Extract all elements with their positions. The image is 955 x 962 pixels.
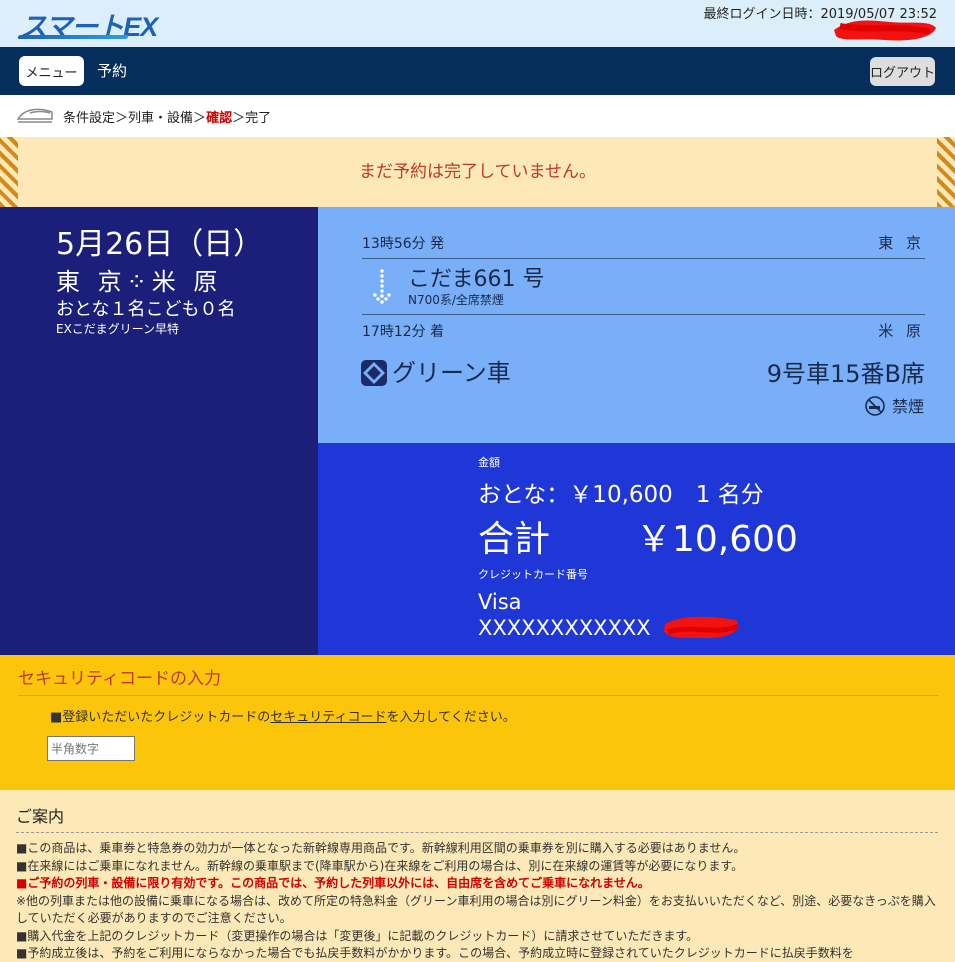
information-title: ご案内 (16, 807, 65, 826)
route: 東 京⁘米 原 (56, 268, 223, 296)
breadcrumb-step-confirm: 確認 (206, 111, 233, 126)
menu-button[interactable]: メニュー (19, 56, 84, 86)
redaction-mark (664, 616, 740, 638)
fare-details: 金額 おとな：￥10,600 1 名分 合計 ￥10,600 クレジットカード番… (318, 443, 955, 655)
information-section: ご案内 ■この商品は、乗車券と特急券の効力が一体となった新幹線専用商品です。新幹… (0, 790, 955, 962)
travel-date: 5月26日（日） (56, 227, 264, 262)
total-label: 合計 (478, 519, 551, 560)
passenger-count: おとな１名こども０名 (56, 299, 236, 320)
car-class: グリーン車 (392, 359, 511, 387)
info-line: ■在来線にはご乗車になれません。新幹線の乗車駅まで(降車駅から)在来線をご利用の… (16, 858, 744, 873)
info-line: ※他の列車または他の設備に乗車になる場合は、改めて所定の特急料金（グリーン車利用… (16, 893, 936, 926)
breadcrumb: 条件設定＞列車・設備＞確認＞完了 (0, 95, 955, 137)
green-car-icon (361, 360, 387, 386)
breadcrumb-step-train: 列車・設備 (128, 111, 194, 126)
info-line: ■この商品は、乗車券と特急券の効力が一体となった新幹線専用商品です。新幹線利用区… (16, 841, 746, 855)
instruction-text: ■登録いただいたクレジットカードの (50, 710, 271, 725)
breadcrumb-separator: ＞ (232, 111, 246, 126)
departure-station: 東 京 (878, 234, 925, 252)
incomplete-warning: まだ予約は完了していません。 (0, 137, 955, 207)
security-code-section: セキュリティコードの入力 ■登録いただいたクレジットカードのセキュリティコードを… (0, 655, 955, 790)
logout-button[interactable]: ログアウト (870, 57, 935, 86)
info-line: ■予約成立後は、予約をご利用にならなかった場合でも払戻手数料がかかります。この場… (16, 946, 854, 960)
dotted-arrow-down-icon (373, 269, 391, 304)
shinkansen-icon (16, 108, 53, 123)
train-name: こだま661 号 (408, 267, 545, 292)
fare-breakdown: おとな：￥10,600 1 名分 (478, 482, 764, 508)
smoking-status: 禁煙 (892, 397, 925, 416)
breadcrumb-separator: ＞ (115, 111, 129, 126)
security-code-input[interactable] (47, 736, 135, 761)
page-title: 予約 (97, 62, 128, 80)
info-line-warning: ■ご予約の列車・設備に限り有効です。この商品では、予約した列車以外には、自由席を… (16, 876, 650, 890)
train-details: 13時56分 発 東 京 こだま661 号 N700系/全席禁煙 17時12分 … (318, 207, 955, 443)
breadcrumb-step-complete: 完了 (245, 111, 272, 126)
information-body: ■この商品は、乗車券と特急券の効力が一体となった新幹線専用商品です。新幹線利用区… (16, 840, 936, 962)
fare-label: 金額 (478, 456, 500, 469)
departure-time: 13時56分 発 (362, 236, 445, 252)
card-brand: Visa (478, 590, 522, 614)
arrival-time: 17時12分 着 (362, 324, 445, 340)
train-type: N700系/全席禁煙 (408, 293, 504, 307)
logo-swoosh (17, 35, 129, 39)
divider (362, 314, 925, 315)
breadcrumb-separator: ＞ (193, 111, 207, 126)
security-code-help-link[interactable]: セキュリティコード (270, 710, 386, 725)
redaction-mark (834, 20, 936, 41)
arrival-station: 米 原 (878, 322, 925, 340)
warning-text: まだ予約は完了していません。 (359, 162, 596, 182)
reservation-summary: 5月26日（日） 東 京⁘米 原 おとな１名こども０名 EXこだまグリーン早特 (0, 207, 318, 655)
card-number: XXXXXXXXXXXX (478, 616, 651, 640)
fare-type: EXこだまグリーン早特 (56, 322, 179, 336)
nav-bar: メニュー 予約 ログアウト (0, 47, 955, 95)
total-amount: ￥10,600 (636, 519, 798, 560)
no-smoking-icon (865, 396, 885, 416)
security-code-title: セキュリティコードの入力 (18, 669, 221, 689)
seat-number: 9号車15番B席 (766, 360, 925, 388)
top-bar: スマートEX 最終ログイン日時：2019/05/07 23:52 (0, 0, 955, 47)
divider (16, 832, 938, 833)
instruction-text: を入力してください。 (386, 710, 516, 725)
info-line: ■購入代金を上記のクレジットカード（変更操作の場合は「変更後」に記載のクレジット… (16, 928, 699, 943)
breadcrumb-step-conditions: 条件設定 (63, 111, 116, 126)
credit-card-label: クレジットカード番号 (478, 568, 588, 581)
divider (362, 258, 925, 259)
warning-stripe-right (937, 137, 955, 207)
divider (18, 695, 938, 696)
breadcrumb-steps: 条件設定＞列車・設備＞確認＞完了 (63, 107, 271, 126)
security-code-instruction: ■登録いただいたクレジットカードのセキュリティコードを入力してください。 (50, 706, 516, 725)
